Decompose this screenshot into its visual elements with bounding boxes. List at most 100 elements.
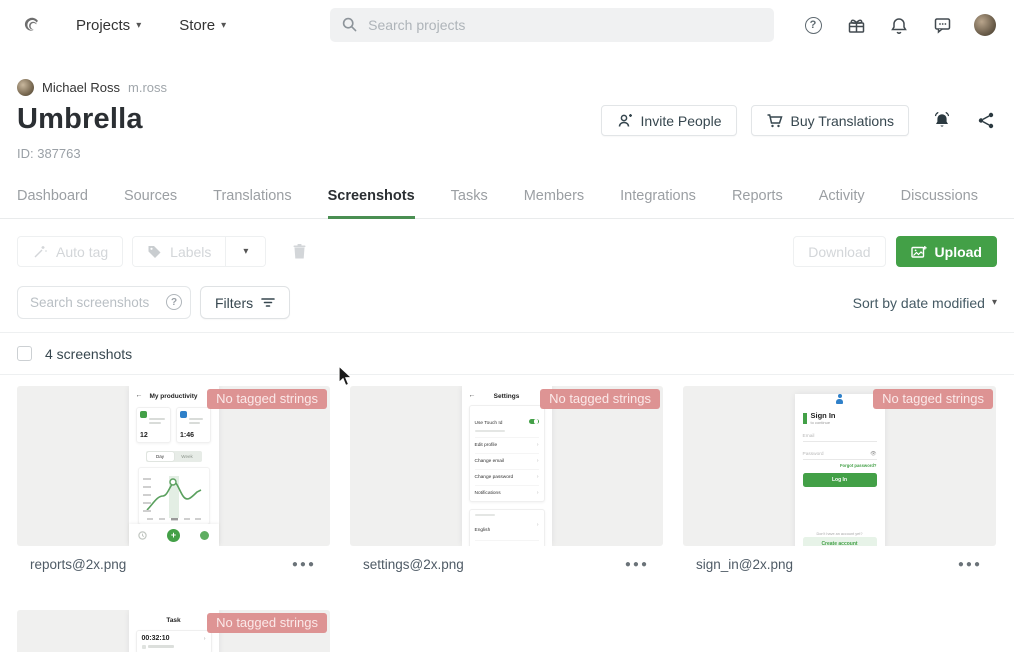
messages-icon[interactable]: [931, 14, 953, 36]
user-avatar[interactable]: [974, 14, 996, 36]
crowdin-logo-icon[interactable]: [18, 12, 44, 38]
thumb-timer: 00:32:10: [142, 635, 170, 642]
download-label: Download: [808, 244, 870, 260]
invite-people-button[interactable]: Invite People: [601, 105, 737, 136]
buy-translations-button[interactable]: Buy Translations: [751, 105, 910, 136]
card-menu-button[interactable]: ●●●: [625, 559, 649, 570]
delete-trash-icon[interactable]: [292, 243, 307, 260]
selection-row: 4 screenshots: [0, 332, 1014, 375]
project-owner[interactable]: Michael Ross m.ross: [17, 79, 997, 96]
tab-reports[interactable]: Reports: [732, 188, 783, 218]
tab-translations[interactable]: Translations: [213, 188, 291, 218]
screenshot-thumbnail[interactable]: Sign In to continue Email Password 👁 For…: [683, 386, 996, 546]
chevron-down-icon: ▾: [136, 20, 141, 31]
card-menu-button[interactable]: ●●●: [292, 559, 316, 570]
sort-label: Sort by date modified: [853, 295, 985, 311]
screenshot-filename: sign_in@2x.png: [696, 557, 793, 572]
owner-avatar: [17, 79, 34, 96]
chevron-down-icon: ▾: [243, 246, 248, 257]
screenshots-toolbar: Auto tag Labels ▾ Download: [0, 236, 1014, 267]
tab-activity[interactable]: Activity: [819, 188, 865, 218]
help-circle-icon[interactable]: ?: [166, 294, 182, 310]
eye-icon: 👁: [870, 451, 876, 457]
labels-button[interactable]: Labels: [133, 237, 225, 266]
chevron-down-icon: ▾: [221, 20, 226, 31]
thumb-forgot-link: Forgot password?: [803, 463, 877, 468]
projects-menu[interactable]: Projects ▾: [76, 17, 141, 34]
projects-menu-label: Projects: [76, 17, 130, 34]
tab-dashboard[interactable]: Dashboard: [17, 188, 88, 218]
magic-wand-icon: [32, 244, 48, 260]
person-add-icon: [616, 113, 633, 128]
owner-name: Michael Ross: [42, 80, 120, 95]
labels-dropdown-caret[interactable]: ▾: [225, 237, 265, 266]
project-tabs: Dashboard Sources Translations Screensho…: [0, 188, 1014, 219]
filters-button[interactable]: Filters: [200, 286, 290, 319]
tab-members[interactable]: Members: [524, 188, 584, 218]
screenshot-filename: settings@2x.png: [363, 557, 464, 572]
search-screenshots-input[interactable]: [17, 286, 191, 319]
follow-bell-icon[interactable]: [931, 110, 953, 132]
thumb-item: Use Touch Id: [475, 421, 503, 426]
thumb-password-field: Password: [803, 452, 824, 457]
tab-integrations[interactable]: Integrations: [620, 188, 696, 218]
chevron-down-icon: ▾: [992, 297, 997, 308]
screenshots-count: 4 screenshots: [45, 346, 132, 362]
gift-icon[interactable]: [845, 14, 867, 36]
thumb-no-account-text: Don't have an account yet?: [795, 532, 885, 536]
store-menu[interactable]: Store ▾: [179, 17, 226, 34]
no-tagged-strings-badge: No tagged strings: [207, 389, 327, 409]
project-header: Michael Ross m.ross Umbrella ID: 387763 …: [0, 79, 1014, 161]
screenshot-card-settings: ← Settings Use Touch Id Edit profile› Ch…: [350, 386, 663, 584]
thumb-item: English: [475, 528, 491, 533]
page: Projects ▾ Store ▾ ?: [0, 0, 1014, 652]
cart-icon: [766, 113, 783, 129]
screenshot-thumbnail[interactable]: ← Settings Use Touch Id Edit profile› Ch…: [350, 386, 663, 546]
thumb-title: Sign In: [811, 411, 836, 420]
download-button[interactable]: Download: [793, 236, 885, 267]
buy-translations-label: Buy Translations: [791, 113, 895, 129]
card-menu-button[interactable]: ●●●: [958, 559, 982, 570]
thumb-chart: [138, 467, 210, 525]
upload-button[interactable]: Upload: [896, 236, 997, 267]
thumb-add-button: +: [167, 529, 180, 542]
thumb-item: Edit profile: [475, 443, 498, 448]
no-tagged-strings-badge: No tagged strings: [540, 389, 660, 409]
top-navigation: Projects ▾ Store ▾ ?: [0, 0, 1014, 50]
share-icon[interactable]: [975, 110, 997, 132]
thumb-subtitle: to continue: [811, 420, 836, 425]
sort-dropdown[interactable]: Sort by date modified ▾: [853, 295, 997, 311]
screenshot-card-task: Task ⌄ 00:32:10 › No tagged strings: [17, 610, 330, 652]
labels-label: Labels: [170, 244, 211, 260]
thumbnail-image: Task ⌄ 00:32:10 ›: [129, 610, 219, 652]
thumb-item: Notifications: [475, 491, 501, 496]
thumbnail-image: ← My productivity 12 1:46 Day Week: [129, 386, 219, 546]
screenshot-search: ?: [17, 286, 191, 319]
auto-tag-label: Auto tag: [56, 244, 108, 260]
upload-label: Upload: [935, 244, 982, 260]
screenshot-thumbnail[interactable]: Task ⌄ 00:32:10 › No tagged strings: [17, 610, 330, 652]
owner-username: m.ross: [128, 80, 167, 95]
thumb-item: Change password: [475, 475, 514, 480]
tag-icon: [147, 244, 162, 259]
search-icon: [342, 17, 357, 32]
screenshot-thumbnail[interactable]: ← My productivity 12 1:46 Day Week: [17, 386, 330, 546]
help-icon[interactable]: ?: [802, 14, 824, 36]
app-logo-icon: [835, 394, 845, 404]
tab-tasks[interactable]: Tasks: [451, 188, 488, 218]
tab-sources[interactable]: Sources: [124, 188, 177, 218]
project-title: Umbrella: [17, 103, 143, 136]
screenshot-card-reports: ← My productivity 12 1:46 Day Week: [17, 386, 330, 584]
screenshot-card-sign-in: Sign In to continue Email Password 👁 For…: [683, 386, 996, 584]
global-search: [330, 8, 774, 42]
filters-label: Filters: [215, 295, 253, 311]
select-all-checkbox[interactable]: [17, 346, 32, 361]
search-projects-input[interactable]: [330, 8, 774, 42]
thumbnail-image: ← Settings Use Touch Id Edit profile› Ch…: [462, 386, 552, 546]
auto-tag-button[interactable]: Auto tag: [17, 236, 123, 267]
tab-screenshots[interactable]: Screenshots: [328, 188, 415, 219]
no-tagged-strings-badge: No tagged strings: [873, 389, 993, 409]
tab-discussions[interactable]: Discussions: [901, 188, 978, 218]
notifications-bell-icon[interactable]: [888, 14, 910, 36]
invite-people-label: Invite People: [641, 113, 722, 129]
